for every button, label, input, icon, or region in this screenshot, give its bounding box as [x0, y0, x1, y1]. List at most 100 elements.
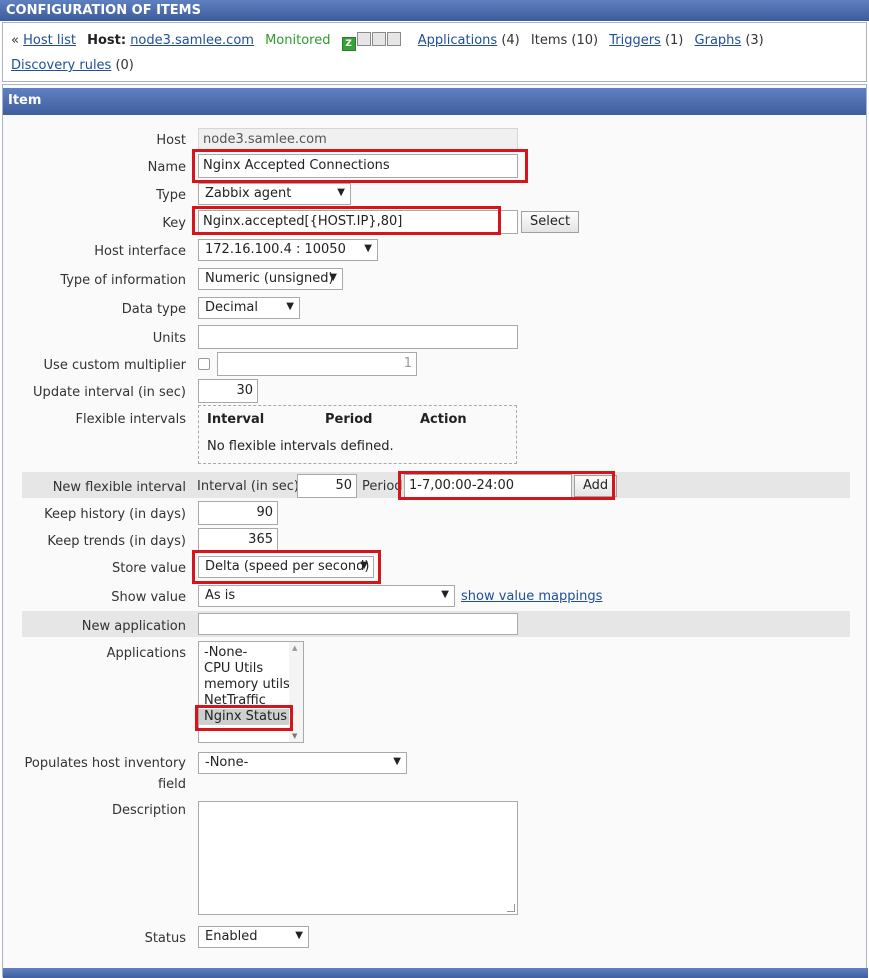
update-interval-input[interactable]: 30 — [198, 379, 258, 403]
back-mark: « — [11, 33, 19, 48]
flexible-intervals-empty: No flexible intervals defined. — [207, 439, 394, 454]
host-name-link[interactable]: node3.samlee.com — [130, 33, 254, 48]
custom-multiplier-input[interactable]: 1 — [217, 352, 417, 376]
applications-options: -None- CPU Utils memory utils NetTraffic… — [199, 642, 303, 725]
inventory-field-select[interactable]: -None- ▼ — [198, 752, 407, 774]
host-nav-row-2: Discovery rules (0) — [11, 58, 134, 73]
units-input[interactable] — [198, 325, 518, 349]
inventory-field-label-line-1: Populates host inventory — [24, 756, 186, 771]
keep-history-label: Keep history (in days) — [44, 507, 186, 522]
flex-period-input[interactable]: 1-7,00:00-24:00 — [404, 474, 572, 498]
chevron-down-icon: ▼ — [364, 243, 372, 254]
name-input[interactable]: Nginx Accepted Connections — [198, 154, 518, 178]
update-interval-label: Update interval (in sec) — [33, 385, 186, 400]
applications-listbox[interactable]: -None- CPU Utils memory utils NetTraffic… — [198, 641, 304, 743]
period-column-header: Period — [325, 412, 373, 427]
type-of-information-value: Numeric (unsigned) — [205, 271, 334, 286]
store-value-label: Store value — [111, 561, 186, 576]
chevron-down-icon: ▼ — [360, 560, 368, 571]
new-flexible-interval-label: New flexible interval — [52, 480, 186, 495]
description-textarea[interactable] — [198, 801, 518, 915]
listbox-scrollbar[interactable]: ▲ ▼ — [289, 642, 303, 742]
new-application-input[interactable] — [198, 613, 518, 635]
chevron-down-icon: ▼ — [295, 930, 303, 941]
chevron-down-icon: ▼ — [441, 589, 449, 600]
graphs-link[interactable]: Graphs — [695, 33, 742, 48]
snmp-icon — [356, 32, 371, 46]
status-select[interactable]: Enabled ▼ — [198, 926, 309, 948]
item-form-panel: Item Host node3.samlee.com Name Nginx Ac… — [2, 84, 868, 978]
application-option[interactable]: memory utils — [199, 677, 303, 693]
chevron-down-icon: ▼ — [286, 301, 294, 312]
host-label: Host: — [87, 33, 127, 48]
flex-interval-input[interactable]: 50 — [297, 474, 357, 498]
application-option[interactable]: CPU Utils — [199, 661, 303, 677]
show-value-value: As is — [205, 588, 236, 603]
status-label: Status — [144, 931, 186, 946]
data-type-value: Decimal — [205, 300, 259, 315]
store-value-select[interactable]: Delta (speed per second) ▼ — [198, 556, 374, 578]
inventory-field-value: -None- — [205, 755, 249, 770]
host-list-link[interactable]: Host list — [23, 33, 76, 48]
applications-label: Applications — [106, 646, 186, 661]
scroll-up-icon[interactable]: ▲ — [292, 644, 297, 652]
status-value: Enabled — [205, 929, 258, 944]
data-type-select[interactable]: Decimal ▼ — [198, 297, 300, 319]
host-field: node3.samlee.com — [198, 128, 518, 150]
show-value-label: Show value — [111, 590, 186, 605]
name-label: Name — [147, 160, 186, 175]
type-of-information-label: Type of information — [60, 273, 186, 288]
triggers-link[interactable]: Triggers — [609, 33, 661, 48]
host-navigation: « Host list Host: node3.samlee.com Monit… — [2, 22, 867, 82]
discovery-rules-link[interactable]: Discovery rules — [11, 58, 111, 73]
custom-multiplier-checkbox[interactable] — [198, 358, 210, 370]
add-flex-interval-button[interactable]: Add — [574, 475, 618, 497]
flexible-intervals-label: Flexible intervals — [75, 412, 187, 427]
interval-column-header: Interval — [207, 412, 265, 427]
host-nav-row: « Host list Host: node3.samlee.com Monit… — [11, 32, 764, 51]
inventory-field-label-line-2: field — [157, 777, 186, 792]
type-label: Type — [156, 188, 186, 203]
units-label: Units — [152, 331, 186, 346]
description-label: Description — [111, 803, 186, 818]
form-header: Item — [3, 88, 866, 115]
new-application-label: New application — [81, 619, 186, 634]
type-select[interactable]: Zabbix agent ▼ — [198, 183, 351, 205]
scroll-down-icon[interactable]: ▼ — [292, 732, 297, 740]
availability-icons: Z — [341, 32, 402, 51]
key-label: Key — [162, 216, 186, 231]
host-interface-select[interactable]: 172.16.100.4 : 10050 ▼ — [198, 239, 378, 261]
inventory-field-label: Populates host inventory field — [25, 753, 186, 795]
keep-trends-input[interactable]: 365 — [198, 528, 278, 552]
show-value-select[interactable]: As is ▼ — [198, 585, 455, 607]
application-option[interactable]: -None- — [199, 645, 303, 661]
application-option[interactable]: NetTraffic — [199, 693, 303, 709]
chevron-down-icon: ▼ — [393, 756, 401, 767]
chevron-down-icon: ▼ — [329, 272, 337, 283]
ipmi-icon — [386, 32, 401, 46]
interval-in-sec-label: Interval (in sec) — [197, 479, 299, 494]
discovery-count: (0) — [115, 58, 134, 73]
host-interface-value: 172.16.100.4 : 10050 — [205, 242, 346, 257]
jmx-icon — [371, 32, 386, 46]
custom-multiplier-label: Use custom multiplier — [43, 358, 186, 373]
period-label: Period — [362, 479, 403, 494]
key-input[interactable]: Nginx.accepted[{HOST.IP},80] — [198, 210, 518, 234]
resize-grip-icon[interactable] — [507, 904, 515, 912]
monitored-status[interactable]: Monitored — [265, 33, 330, 48]
show-value-mappings-link[interactable]: show value mappings — [461, 589, 602, 604]
page-title: CONFIGURATION OF ITEMS — [0, 0, 869, 21]
triggers-count: (1) — [664, 33, 684, 48]
action-column-header: Action — [420, 412, 467, 427]
application-option-selected[interactable]: Nginx Status — [199, 709, 303, 725]
applications-count: (4) — [501, 33, 520, 48]
type-value: Zabbix agent — [205, 186, 292, 201]
host-interface-label: Host interface — [94, 244, 186, 259]
key-select-button[interactable]: Select — [521, 211, 580, 233]
flexible-intervals-table: Interval Period Action No flexible inter… — [198, 405, 517, 464]
chevron-down-icon: ▼ — [337, 187, 345, 198]
type-of-information-select[interactable]: Numeric (unsigned) ▼ — [198, 268, 343, 290]
graphs-count: (3) — [745, 33, 764, 48]
keep-history-input[interactable]: 90 — [198, 501, 278, 525]
applications-link[interactable]: Applications — [418, 33, 497, 48]
